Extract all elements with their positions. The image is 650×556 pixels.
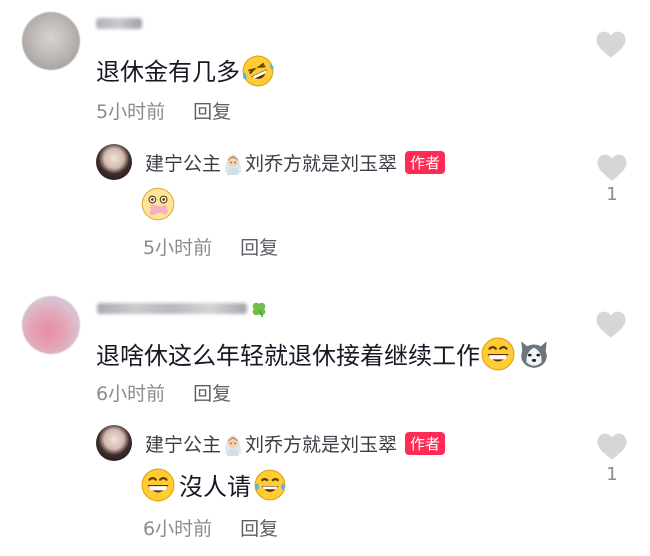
comment-text: 退休金有几多 (96, 52, 275, 88)
reply-text: 沒人请 (141, 467, 287, 502)
tears-of-joy-emoji (253, 468, 287, 502)
reply-meta: 5小时前 回复 (143, 233, 278, 260)
heart-icon[interactable] (595, 30, 627, 59)
zipper-mouth-emoji (140, 186, 176, 222)
like-count: 1 (606, 464, 618, 485)
author-badge: 作者 (405, 432, 446, 455)
reply-button[interactable]: 回复 (193, 383, 231, 405)
heart-icon[interactable] (596, 432, 628, 461)
reply-button[interactable]: 回复 (193, 101, 231, 123)
reply-button[interactable]: 回复 (240, 518, 278, 540)
reply-button[interactable]: 回复 (240, 237, 278, 259)
comment-time: 6小时前 (96, 383, 166, 405)
grinning-emoji (141, 468, 175, 502)
bride-emoji (223, 151, 243, 175)
bride-emoji (223, 432, 243, 456)
author-name[interactable]: 建宁公主 刘乔方就是刘玉翠 作者 (145, 149, 446, 176)
commenter-avatar[interactable] (22, 296, 80, 354)
like-count: 1 (606, 184, 618, 205)
commenter-name-obscured[interactable] (97, 303, 247, 314)
comment-time: 5小时前 (96, 101, 166, 123)
commenter-avatar[interactable] (22, 12, 80, 70)
comment-meta: 6小时前 回复 (96, 379, 231, 406)
husky-dog-emoji (517, 337, 551, 371)
grinning-emoji (481, 337, 515, 371)
heart-icon[interactable] (596, 153, 628, 182)
author-avatar[interactable] (96, 425, 132, 461)
commenter-name-obscured[interactable] (96, 18, 142, 29)
author-name[interactable]: 建宁公主 刘乔方就是刘玉翠 作者 (145, 430, 446, 457)
reply-time: 6小时前 (143, 518, 213, 540)
four-leaf-clover-icon (250, 300, 268, 318)
rolling-laugh-emoji (241, 54, 275, 88)
reply-time: 5小时前 (143, 237, 213, 259)
reply-meta: 6小时前 回复 (143, 514, 278, 541)
comment-text: 退啥休这么年轻就退休接着继续工作 (96, 336, 551, 371)
comment-meta: 5小时前 回复 (96, 97, 231, 124)
author-badge: 作者 (405, 151, 446, 174)
author-avatar[interactable] (96, 144, 132, 180)
heart-icon[interactable] (595, 310, 627, 339)
reply-text (140, 186, 176, 222)
